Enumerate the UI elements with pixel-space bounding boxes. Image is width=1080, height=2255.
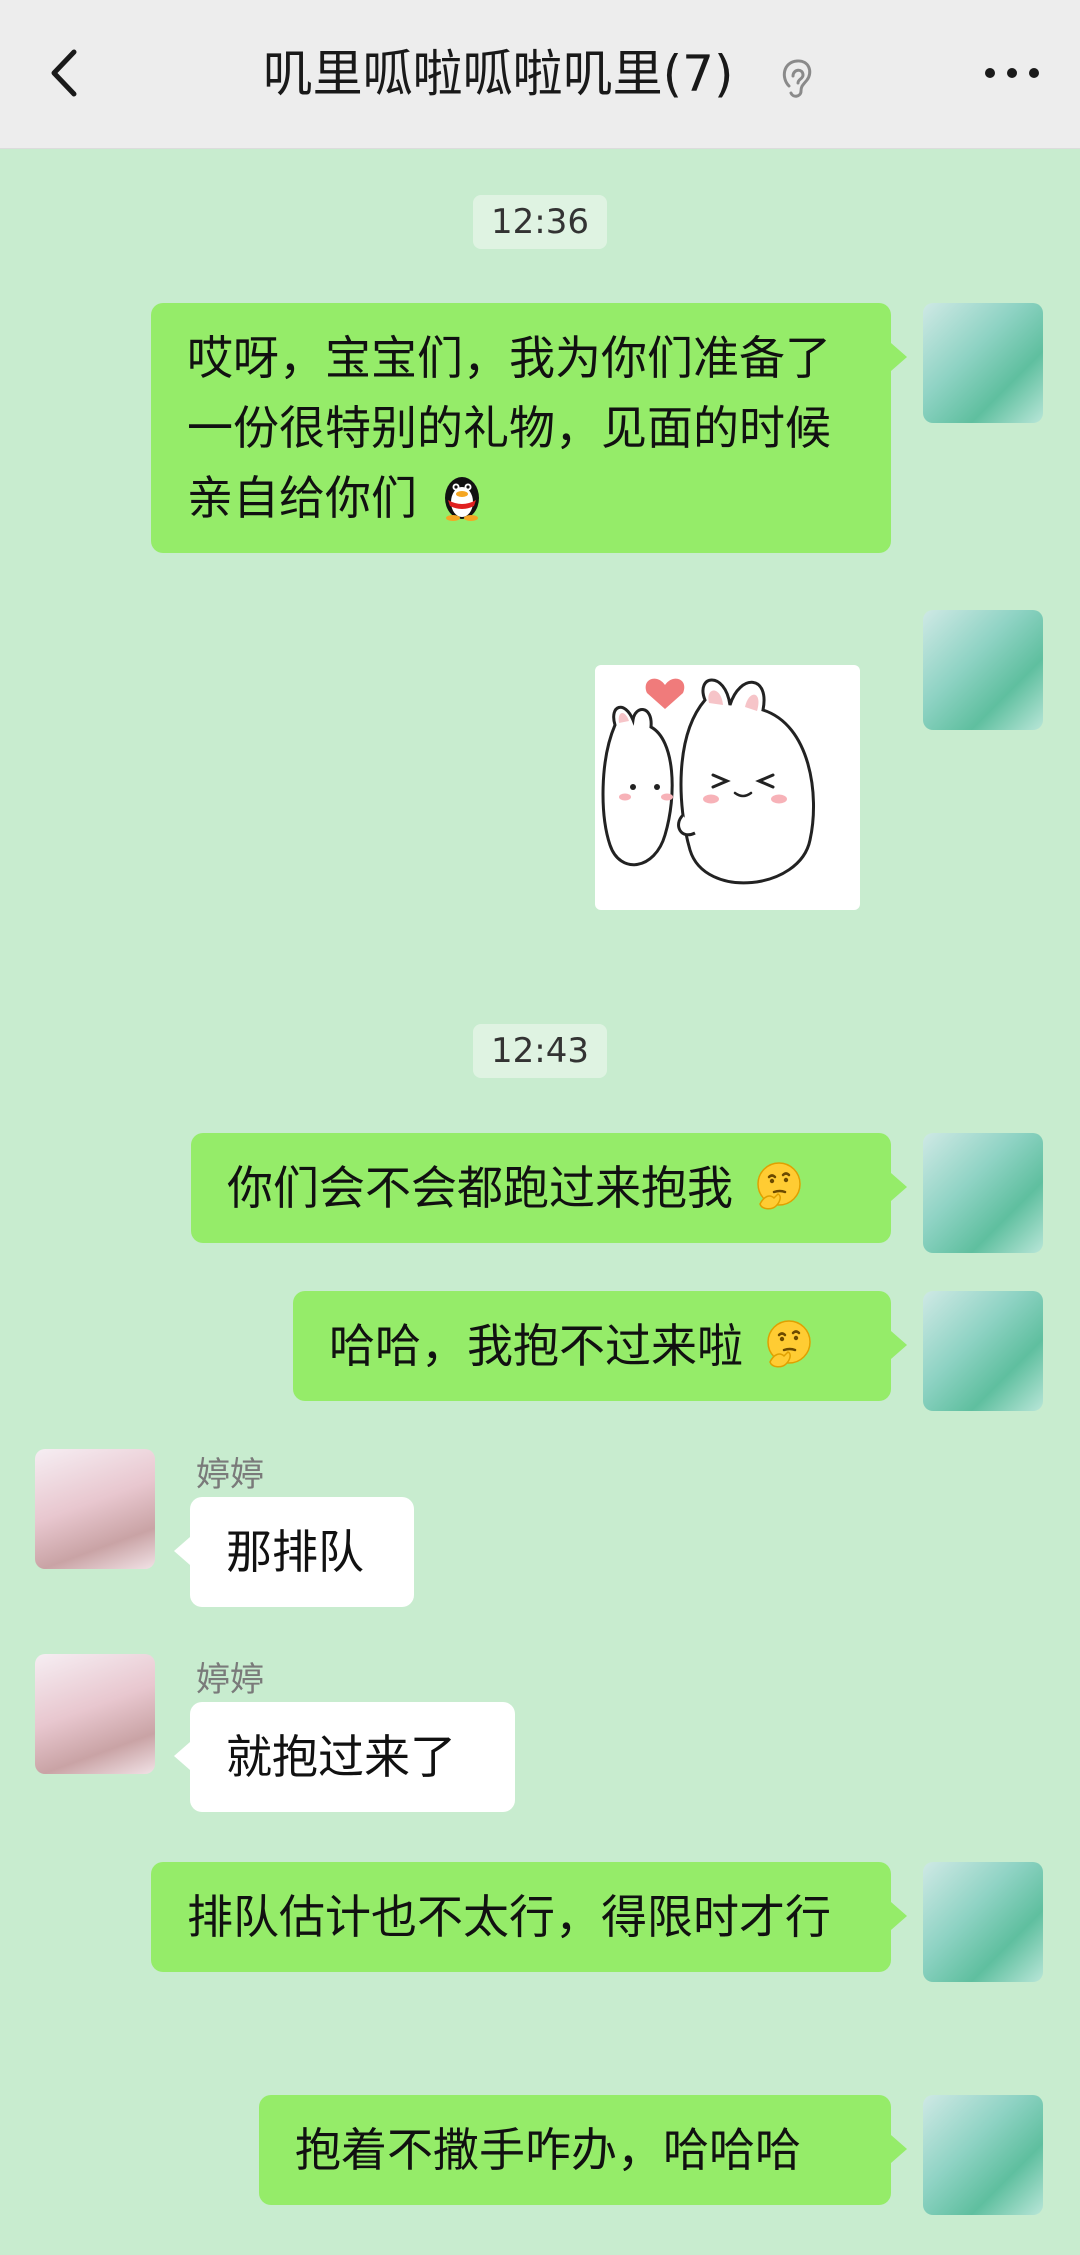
message-bubble[interactable]: 哎呀，宝宝们，我为你们准备了一份很特别的礼物，见面的时候亲自给你们 [151,303,907,553]
message-text: 哈哈，我抱不过来啦 [329,1319,743,1373]
contact-avatar[interactable] [35,1449,155,1569]
more-dots-icon[interactable] [982,58,1042,88]
my-avatar[interactable] [923,610,1043,730]
chat-title-row: 叽里呱啦呱啦叽里(7) [0,44,1080,104]
two-hugging-bunnies-sticker[interactable] [595,665,860,910]
my-avatar[interactable] [923,1862,1043,1982]
message-text: 就抱过来了 [226,1730,456,1784]
chat-header: 叽里呱啦呱啦叽里(7) [0,0,1080,149]
chat-title[interactable]: 叽里呱啦呱啦叽里(7) [263,45,734,103]
my-avatar[interactable] [923,1133,1043,1253]
timestamp: 12:36 [473,195,607,249]
message-text: 那排队 [226,1525,364,1579]
timestamp-divider: 12:36 [0,195,1080,249]
sender-name: 婷婷 [196,1660,264,1700]
message-bubble[interactable]: 排队估计也不太行，得限时才行 [151,1862,907,1972]
my-avatar[interactable] [923,303,1043,423]
message-text: 排队估计也不太行，得限时才行 [187,1890,831,1944]
message-text: 你们会不会都跑过来抱我 [227,1161,733,1215]
message-bubble[interactable]: 抱着不撒手咋办，哈哈哈 [259,2095,907,2205]
message-bubble[interactable]: 哈哈，我抱不过来啦 [293,1291,907,1401]
thinking-face-emoji [756,1162,801,1210]
message-bubble[interactable]: 那排队 [174,1497,414,1607]
my-avatar[interactable] [923,1291,1043,1411]
ear-icon [783,58,812,98]
message-bubble[interactable]: 就抱过来了 [174,1702,515,1812]
message-text: 抱着不撒手咋办，哈哈哈 [295,2123,801,2177]
timestamp-divider: 12:43 [0,1024,1080,1078]
message-text: 哎呀，宝宝们，我为你们准备了一份很特别的礼物，见面的时候亲自给你们 [187,331,831,525]
sender-name: 婷婷 [196,1455,264,1495]
qq-penguin-emoji [444,477,479,521]
timestamp: 12:43 [473,1024,607,1078]
thinking-face-emoji [766,1320,811,1368]
contact-avatar[interactable] [35,1654,155,1774]
my-avatar[interactable] [923,2095,1043,2215]
message-bubble[interactable]: 你们会不会都跑过来抱我 [191,1133,907,1243]
